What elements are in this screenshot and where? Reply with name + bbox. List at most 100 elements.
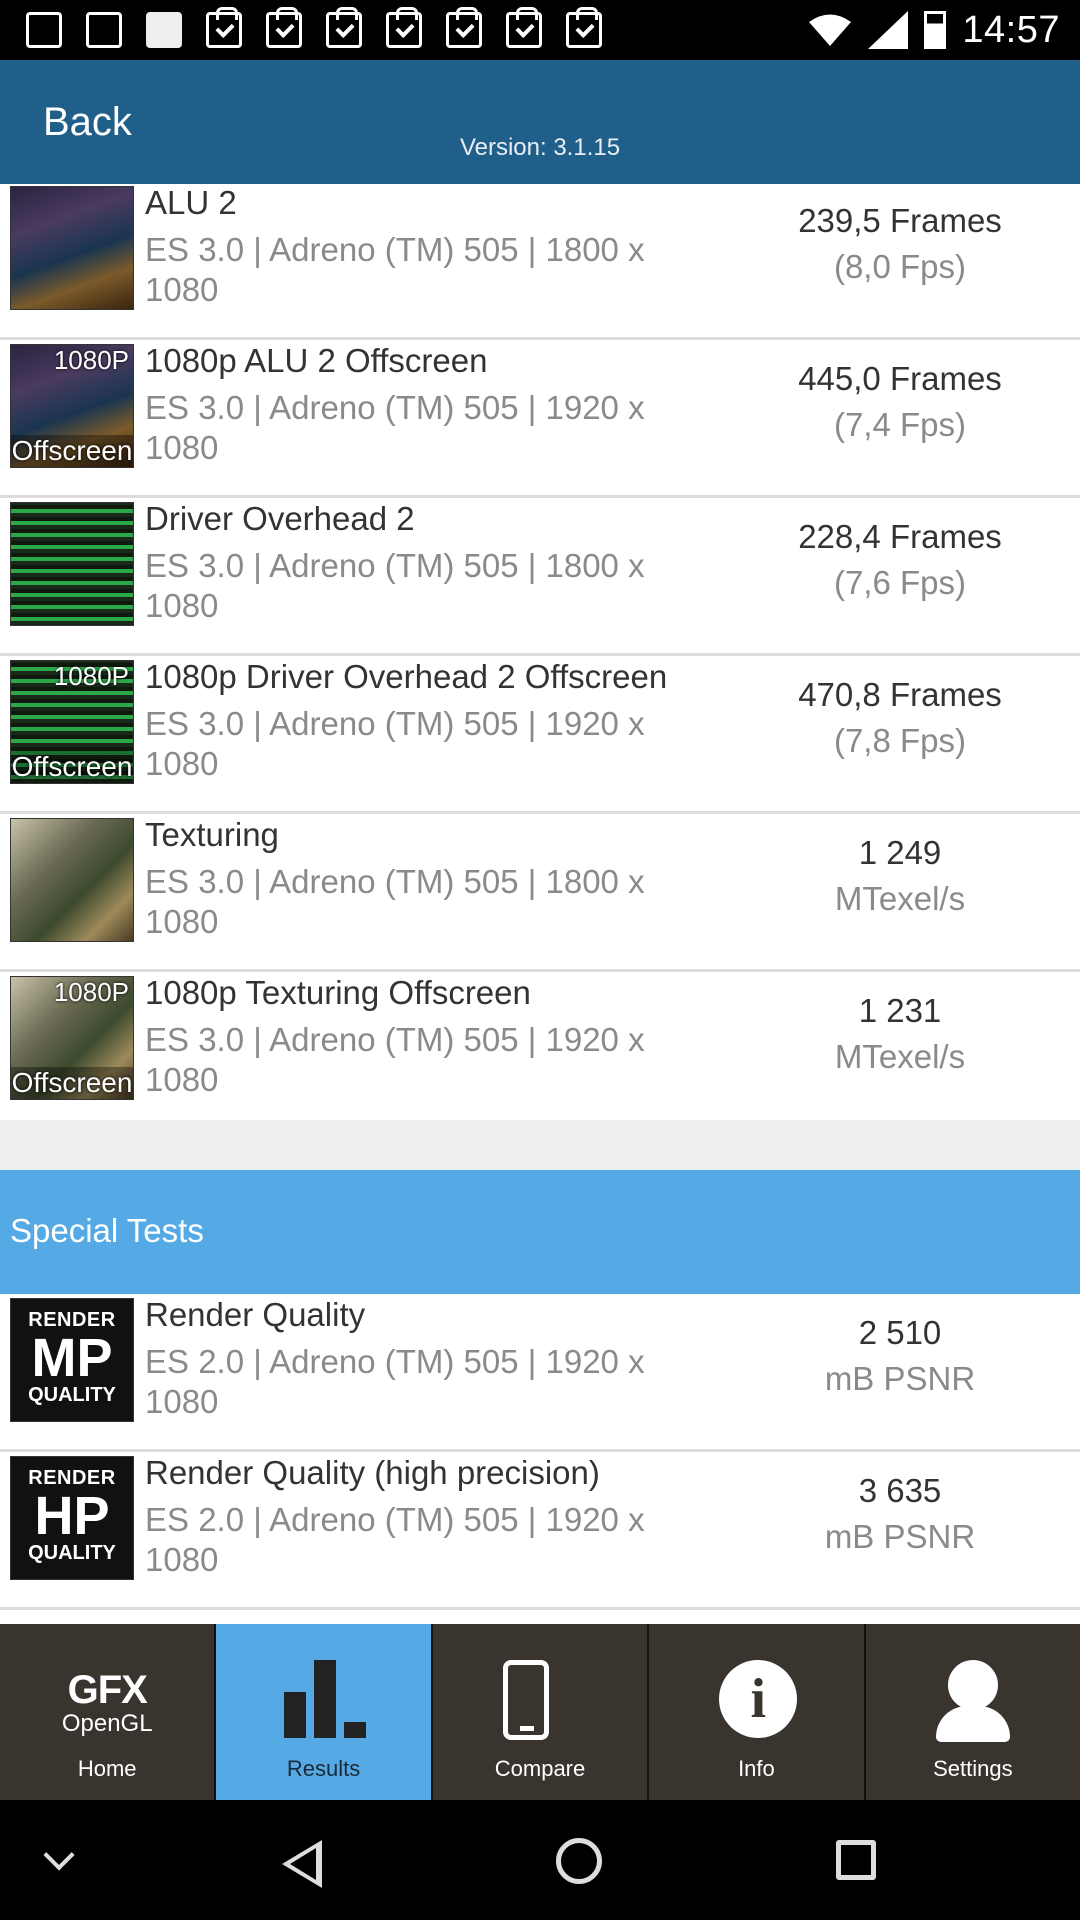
result-row[interactable]: Driver Overhead 2 ES 3.0 | Adreno (TM) 5… <box>0 498 1080 656</box>
thumb-badge-top: 1080P <box>53 661 129 691</box>
test-name: 1080p ALU 2 Offscreen <box>145 342 488 379</box>
results-list[interactable]: ALU 2 ES 3.0 | Adreno (TM) 505 | 1800 x … <box>0 184 1080 1624</box>
bar-chart-icon <box>284 1658 367 1738</box>
test-unit: mB PSNR <box>824 1518 976 1555</box>
result-row[interactable]: Texturing ES 3.0 | Adreno (TM) 505 | 180… <box>0 814 1080 972</box>
shopping-bag-icon <box>506 7 542 48</box>
nav-label: Info <box>738 1756 775 1781</box>
signal-icon <box>868 11 909 49</box>
test-details: ES 2.0 | Adreno (TM) 505 | 1920 x 1080 <box>145 1501 645 1578</box>
nav-settings[interactable]: Settings <box>866 1624 1080 1800</box>
thumb-badge-bottom: Offscreen <box>11 751 133 783</box>
overhead-offscreen-thumbnail: 1080P Offscreen <box>10 660 134 784</box>
phone-icon <box>502 1660 549 1740</box>
shopping-bag-icon <box>566 7 602 48</box>
shopping-bag-icon <box>326 7 362 48</box>
result-row[interactable]: RENDER HP QUALITY Render Quality (high p… <box>0 1452 1080 1610</box>
test-unit: MTexel/s <box>834 1038 966 1075</box>
chevron-down-icon[interactable] <box>43 1839 75 1871</box>
version-label: Version: 3.1.15 <box>459 134 621 161</box>
test-unit: mB PSNR <box>824 1360 976 1397</box>
system-status: 14:57 <box>808 6 1060 54</box>
nav-label: Results <box>286 1756 361 1781</box>
result-row[interactable]: ALU 2 ES 3.0 | Adreno (TM) 505 | 1800 x … <box>0 184 1080 340</box>
test-unit: (7,6 Fps) <box>833 564 967 601</box>
test-score: 1 231 <box>858 992 942 1029</box>
bottom-navigation: GFX OpenGL Home Results Compare i Info S… <box>0 1624 1080 1800</box>
thumb-label-main: HP <box>34 1486 110 1546</box>
shopping-bag-icon <box>206 7 242 48</box>
thumb-badge-top: 1080P <box>53 977 129 1007</box>
nav-results[interactable]: Results <box>216 1624 433 1800</box>
test-name: 1080p Driver Overhead 2 Offscreen <box>145 658 668 695</box>
thumb-badge-bottom: Offscreen <box>11 1067 133 1099</box>
result-row[interactable]: 1080P Offscreen 1080p Driver Overhead 2 … <box>0 656 1080 814</box>
test-name: 1080p Texturing Offscreen <box>145 974 531 1011</box>
thumb-label-main: MP <box>31 1328 113 1388</box>
overhead-thumbnail <box>10 502 134 626</box>
thumb-label-bottom: QUALITY <box>28 1542 116 1564</box>
thumb-badge-bottom: Offscreen <box>11 435 133 467</box>
special-tests-header: Special Tests <box>0 1170 1080 1294</box>
clock: 14:57 <box>962 8 1060 51</box>
test-score: 239,5 Frames <box>798 202 1002 239</box>
test-unit: MTexel/s <box>834 880 966 917</box>
test-name: Render Quality (high precision) <box>145 1454 600 1491</box>
test-details: ES 3.0 | Adreno (TM) 505 | 1920 x 1080 <box>145 389 645 466</box>
render-quality-hp-thumbnail: RENDER HP QUALITY <box>10 1456 134 1580</box>
test-unit: (7,4 Fps) <box>833 406 967 443</box>
test-details: ES 3.0 | Adreno (TM) 505 | 1920 x 1080 <box>145 705 645 782</box>
thumb-badge-top: 1080P <box>53 345 129 375</box>
system-navigation-bar <box>0 1800 1080 1920</box>
home-circle-icon[interactable] <box>556 1838 602 1884</box>
test-unit: (7,8 Fps) <box>833 722 967 759</box>
result-row[interactable]: RENDER MP QUALITY Render Quality ES 2.0 … <box>0 1294 1080 1452</box>
thumb-label-bottom: QUALITY <box>28 1384 116 1406</box>
test-name: Texturing <box>145 816 279 853</box>
back-triangle-icon[interactable] <box>282 1840 322 1888</box>
section-title: Special Tests <box>10 1212 204 1249</box>
test-name: Render Quality <box>145 1296 366 1333</box>
test-score: 445,0 Frames <box>798 360 1002 397</box>
test-details: ES 2.0 | Adreno (TM) 505 | 1920 x 1080 <box>145 1343 645 1420</box>
app-header: Back Version: 3.1.15 <box>0 60 1080 184</box>
render-quality-thumbnail: RENDER MP QUALITY <box>10 1298 134 1422</box>
shopping-bag-icon <box>446 7 482 48</box>
test-unit: (8,0 Fps) <box>833 248 967 285</box>
alu-offscreen-thumbnail: 1080P Offscreen <box>10 344 134 468</box>
nav-label: Compare <box>494 1756 586 1781</box>
test-details: ES 3.0 | Adreno (TM) 505 | 1800 x 1080 <box>145 231 645 308</box>
texturing-offscreen-thumbnail: 1080P Offscreen <box>10 976 134 1100</box>
test-score: 1 249 <box>858 834 942 871</box>
nav-label: Settings <box>933 1756 1013 1781</box>
section-gap <box>0 1120 1080 1170</box>
status-bar: 14:57 <box>0 0 1080 60</box>
test-details: ES 3.0 | Adreno (TM) 505 | 1800 x 1080 <box>145 547 645 624</box>
battery-icon <box>924 11 947 49</box>
wifi-icon <box>809 14 852 46</box>
test-score: 3 635 <box>858 1472 942 1509</box>
info-icon: i <box>719 1660 798 1738</box>
shopping-bag-icon <box>386 7 422 48</box>
notification-icons <box>26 7 602 48</box>
recents-square-icon[interactable] <box>836 1840 876 1880</box>
nav-info[interactable]: i Info <box>649 1624 866 1800</box>
test-details: ES 3.0 | Adreno (TM) 505 | 1800 x 1080 <box>145 863 645 940</box>
test-score: 470,8 Frames <box>798 676 1002 713</box>
test-score: 228,4 Frames <box>798 518 1002 555</box>
opengl-logo-text: OpenGL <box>61 1710 153 1737</box>
nav-home[interactable]: GFX OpenGL Home <box>0 1624 217 1800</box>
blank-app-icon <box>146 12 182 48</box>
test-name: ALU 2 <box>145 184 237 221</box>
nav-compare[interactable]: Compare <box>433 1624 650 1800</box>
gfx-logo: GFX <box>67 1668 148 1712</box>
result-row[interactable]: 1080P Offscreen 1080p Texturing Offscree… <box>0 972 1080 1130</box>
photo-icon <box>26 12 62 48</box>
test-score: 2 510 <box>858 1314 942 1351</box>
result-row[interactable]: 1080P Offscreen 1080p ALU 2 Offscreen ES… <box>0 340 1080 498</box>
texturing-thumbnail <box>10 818 134 942</box>
alu-thumbnail <box>10 186 134 310</box>
nav-label: Home <box>77 1756 137 1781</box>
test-name: Driver Overhead 2 <box>145 500 415 537</box>
gmail-icon <box>86 12 122 48</box>
